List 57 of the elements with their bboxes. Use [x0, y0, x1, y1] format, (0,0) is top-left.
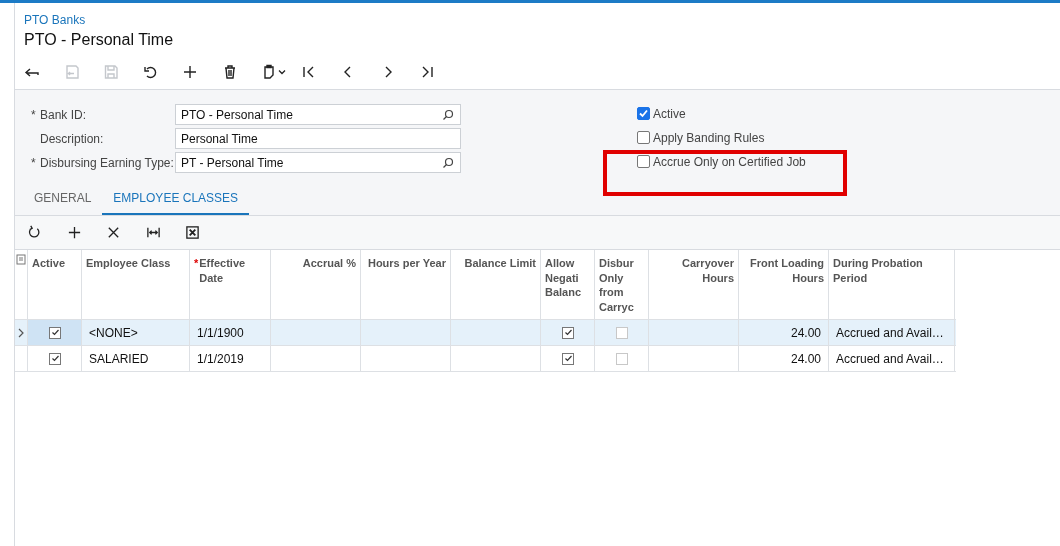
required-mark: *: [31, 155, 37, 170]
undo-icon: [142, 64, 159, 80]
search-icon: [442, 108, 454, 121]
checkbox-label: Apply Banding Rules: [653, 130, 765, 145]
column-header[interactable]: Accrual %: [271, 250, 361, 319]
column-header[interactable]: Disbur Only from Carryc: [595, 250, 649, 319]
add-icon: [66, 225, 82, 240]
save-close-icon: [63, 64, 80, 80]
column-header[interactable]: Employee Class: [82, 250, 190, 319]
checkbox-label: Active: [653, 106, 686, 121]
delete-icon: [106, 225, 121, 240]
checkbox[interactable]: [616, 326, 628, 339]
page-title: PTO - Personal Time: [24, 31, 175, 49]
checkbox[interactable]: [562, 352, 574, 365]
search-icon: [442, 156, 454, 169]
refresh-icon: [27, 225, 42, 240]
checkbox-label: Accrue Only on Certified Job: [653, 154, 806, 169]
checkbox[interactable]: [637, 107, 650, 120]
table-cell: 1/1/2019: [197, 351, 244, 366]
save-icon: [103, 64, 119, 80]
add-icon: [182, 64, 198, 80]
caret-icon: [277, 67, 287, 77]
table-cell: Accrued and Avail…: [836, 351, 944, 366]
row-indicator-icon: [17, 327, 25, 338]
column-header[interactable]: Hours per Year: [361, 250, 451, 319]
checkbox[interactable]: [616, 352, 628, 365]
column-header[interactable]: During Probation Period: [829, 250, 955, 319]
table-cell: SALARIED: [89, 351, 149, 366]
field-label: Disbursing Earning Type:: [40, 155, 175, 170]
column-header[interactable]: Carryover Hours: [649, 250, 739, 319]
export-icon: [185, 225, 200, 240]
lookup-field[interactable]: PTO - Personal Time: [175, 104, 461, 125]
column-header[interactable]: Balance Limit: [451, 250, 541, 319]
table-cell: Accrued and Avail…: [836, 325, 944, 340]
fit-icon: [145, 225, 161, 240]
checkbox[interactable]: [562, 326, 574, 339]
column-header[interactable]: Active: [28, 250, 82, 319]
field-label: Description:: [40, 131, 105, 146]
lookup-field[interactable]: PT - Personal Time: [175, 152, 461, 173]
table-cell: 24.00: [790, 351, 821, 366]
checkbox[interactable]: [637, 155, 650, 168]
checkbox[interactable]: [49, 326, 61, 339]
checkbox[interactable]: [637, 131, 650, 144]
column-header[interactable]: Allow Negati Balanc: [541, 250, 595, 319]
tab[interactable]: GENERAL: [23, 185, 103, 215]
table-cell: 24.00: [790, 325, 821, 340]
breadcrumb-link[interactable]: PTO Banks: [24, 13, 86, 27]
table-cell: <NONE>: [89, 325, 138, 340]
field-label: Bank ID:: [40, 107, 88, 122]
column-header[interactable]: Front Loading Hours: [739, 250, 829, 319]
grid-settings-icon[interactable]: [16, 254, 26, 265]
checkbox[interactable]: [49, 352, 61, 365]
input-field[interactable]: Personal Time: [175, 128, 461, 149]
required-mark: *: [31, 107, 37, 122]
table-cell: 1/1/1900: [197, 325, 244, 340]
copy-paste-icon: [261, 64, 277, 80]
column-header[interactable]: *Effective Date: [190, 250, 271, 319]
